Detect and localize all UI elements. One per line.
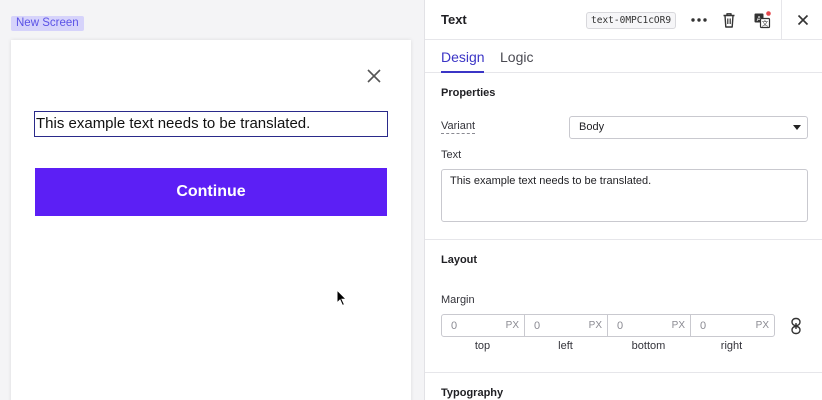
margin-right-unit: PX bbox=[755, 320, 769, 331]
mouse-cursor-icon bbox=[336, 289, 348, 307]
element-id-badge[interactable]: text-0MPC1cOR9 bbox=[586, 12, 677, 29]
margin-bottom-unit: PX bbox=[671, 320, 685, 331]
panel-header: Text text-0MPC1cOR9 A 文 bbox=[425, 0, 822, 40]
margin-left-unit: PX bbox=[588, 320, 602, 331]
close-icon[interactable] bbox=[365, 67, 383, 85]
margin-right-label: right bbox=[720, 340, 743, 352]
margin-top-unit: PX bbox=[505, 320, 519, 331]
margin-left-label: left bbox=[558, 340, 573, 352]
tab-design[interactable]: Design bbox=[441, 49, 485, 65]
margin-bottom-value: 0 bbox=[617, 320, 624, 332]
trash-icon[interactable] bbox=[720, 11, 738, 29]
svg-text:文: 文 bbox=[762, 19, 769, 28]
variant-value: Body bbox=[579, 121, 605, 133]
text-content-field[interactable]: This example text needs to be translated… bbox=[441, 169, 808, 222]
margin-top-label: top bbox=[474, 340, 491, 352]
variant-select[interactable]: Body bbox=[569, 116, 808, 139]
properties-title: Properties bbox=[441, 87, 496, 99]
canvas: New Screen This example text needs to be… bbox=[0, 0, 424, 400]
more-icon[interactable] bbox=[690, 11, 708, 29]
selected-text-element[interactable]: This example text needs to be translated… bbox=[34, 111, 388, 137]
margin-top-value: 0 bbox=[451, 320, 458, 332]
close-panel-icon[interactable] bbox=[794, 11, 812, 29]
tab-bar: Design Logic bbox=[425, 40, 822, 73]
translate-icon[interactable]: A 文 bbox=[753, 11, 771, 29]
margin-bottom-input[interactable]: 0 PX bbox=[608, 315, 691, 336]
layout-title: Layout bbox=[441, 254, 478, 266]
margin-left-value: 0 bbox=[534, 320, 541, 332]
margin-top-input[interactable]: 0 PX bbox=[442, 315, 525, 336]
header-divider bbox=[781, 0, 782, 40]
margin-right-value: 0 bbox=[700, 320, 707, 332]
continue-button[interactable]: Continue bbox=[35, 168, 387, 216]
margin-right-input[interactable]: 0 PX bbox=[691, 315, 774, 336]
screen-label[interactable]: New Screen bbox=[11, 16, 84, 31]
margin-label: Margin bbox=[441, 294, 475, 306]
margin-inputs: 0 PX 0 PX 0 PX 0 PX bbox=[441, 314, 775, 337]
margin-bottom-label: bottom bbox=[631, 340, 666, 352]
active-tab-indicator bbox=[441, 71, 484, 73]
tab-logic[interactable]: Logic bbox=[500, 49, 533, 65]
section-divider bbox=[425, 372, 822, 373]
margin-left-input[interactable]: 0 PX bbox=[525, 315, 608, 336]
variant-label: Variant bbox=[441, 120, 476, 134]
section-divider bbox=[425, 239, 822, 240]
device-frame: This example text needs to be translated… bbox=[11, 40, 411, 400]
inspector-panel: Text text-0MPC1cOR9 A 文 Design Logic Pro… bbox=[424, 0, 822, 400]
typography-title: Typography bbox=[441, 387, 504, 399]
link-margins-icon[interactable] bbox=[789, 317, 803, 335]
panel-title: Text bbox=[441, 12, 467, 27]
text-label: Text bbox=[441, 149, 462, 161]
chevron-down-icon bbox=[793, 125, 801, 130]
